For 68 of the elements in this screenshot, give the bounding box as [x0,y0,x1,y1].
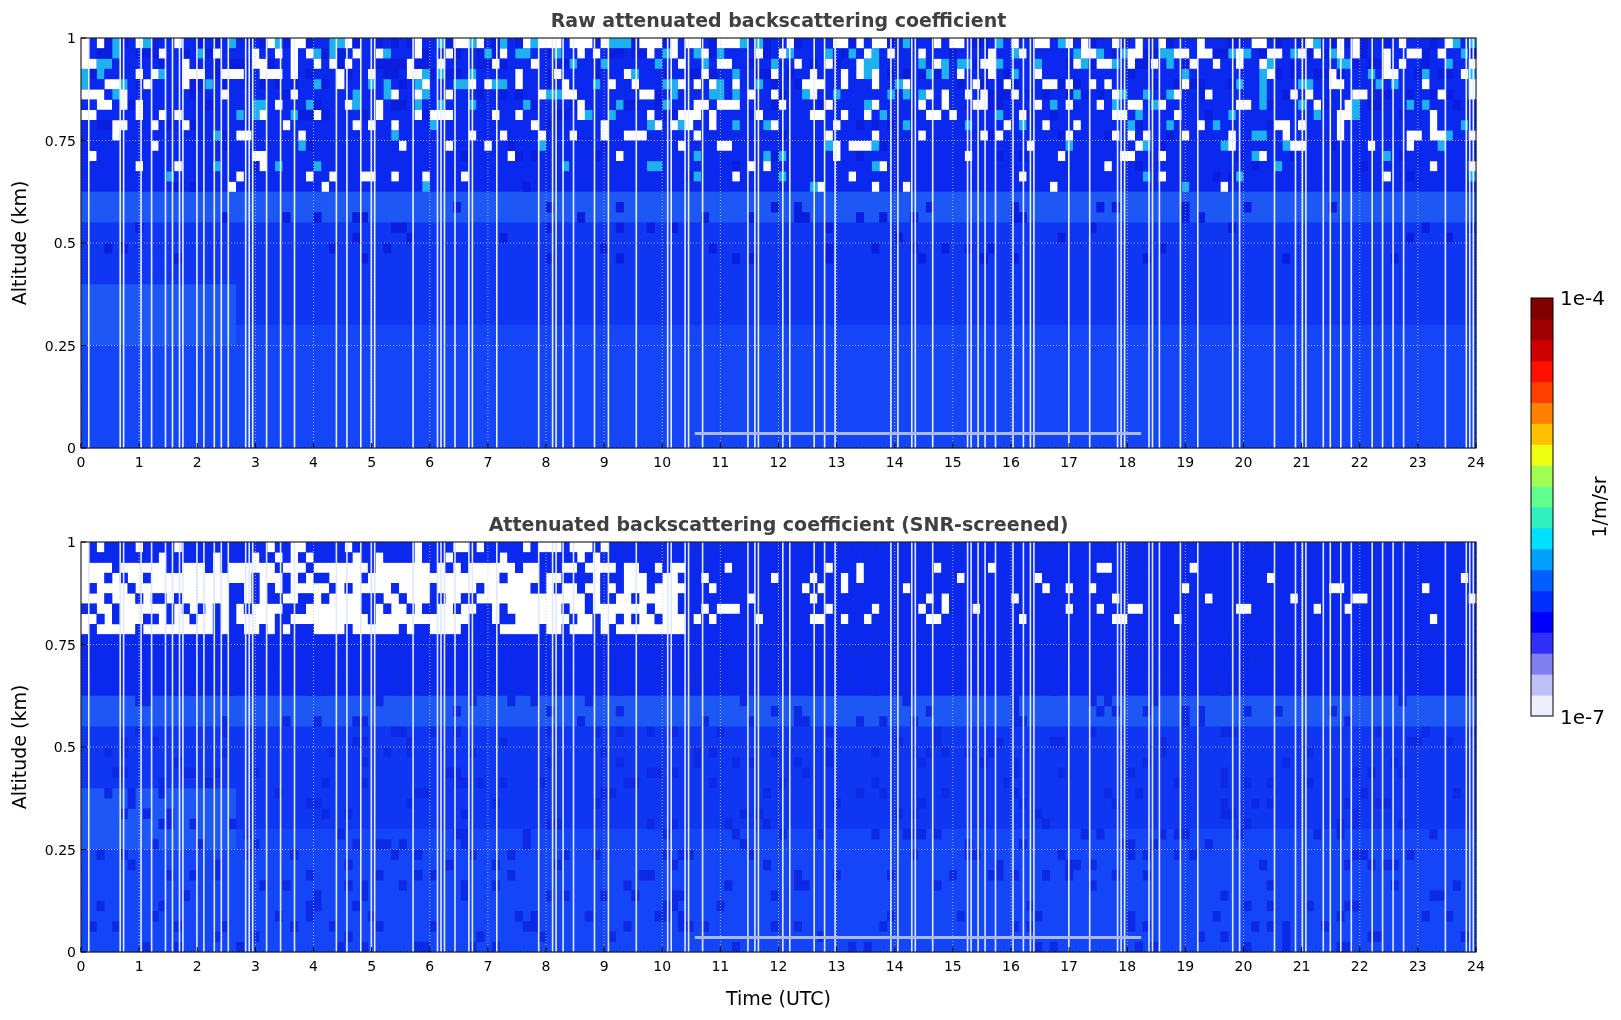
axis-tick-label: 1 [67,30,76,46]
axis-tick-label: 3 [250,958,260,974]
axis-tick-label: 13 [827,454,846,470]
axis-tick-label: 0.5 [53,739,76,755]
axis-tick-label: 17 [1060,958,1079,974]
axis-tick-label: 15 [943,454,962,470]
axis-tick-label: 24 [1467,958,1485,974]
axis-tick-label: 0.25 [44,337,76,354]
axis-tick-label: 18 [1118,454,1137,470]
axis-tick-label: 5 [367,454,377,470]
axis-tick-label: 23 [1408,454,1427,470]
axis-tick-label: 16 [1002,958,1020,974]
axis-tick-label: 0 [76,454,86,470]
axis-tick-label: 0.75 [44,132,76,149]
axis-tick-label: 2 [192,454,202,470]
axis-tick-label: 12 [769,958,788,974]
axis-tick-label: 12 [769,454,788,470]
axis-tick-label: 8 [541,958,551,974]
axis-tick-label: 16 [1002,454,1020,470]
colorbar-label: 1/m/sr [1588,476,1610,538]
axis-tick-label: 6 [425,454,435,470]
axis-tick-label: 19 [1176,454,1195,470]
axis-tick-label: 3 [250,454,260,470]
axis-tick-label: 0.75 [44,636,76,653]
axis-tick-label: 19 [1176,958,1195,974]
plot-title: Raw attenuated backscattering coefficient [550,9,1007,31]
axis-tick-label: 0 [76,958,86,974]
axis-tick-label: 17 [1060,454,1079,470]
axis-tick-label: 4 [309,454,318,470]
axis-tick-label: 21 [1292,958,1311,974]
axis-tick-label: 7 [483,454,493,470]
axis-tick-label: 1 [134,958,144,974]
axis-tick-label: 11 [711,958,730,974]
axis-tick-label: 10 [653,958,672,974]
axis-tick-label: 2 [192,958,202,974]
axis-tick-label: 14 [885,958,904,974]
axis-tick-label: 10 [653,454,672,470]
axis-label: Altitude (km) [8,180,30,306]
axis-tick-label: 20 [1234,454,1253,470]
axis-tick-label: 18 [1118,958,1137,974]
axis-tick-label: 1 [67,534,76,550]
axis-tick-label: 9 [599,454,609,470]
axis-tick-label: 11 [711,454,730,470]
colorbar-tick-label: 1e-4 [1560,286,1605,310]
axis-label: Altitude (km) [8,684,30,810]
axis-tick-label: 1 [134,454,144,470]
axis-tick-label: 14 [885,454,904,470]
axis-tick-label: 15 [943,958,962,974]
axis-tick-label: 8 [541,454,551,470]
axis-tick-label: 9 [599,958,609,974]
axis-tick-label: 20 [1234,958,1253,974]
axis-tick-label: 23 [1408,958,1427,974]
axis-tick-label: 4 [309,958,318,974]
axis-tick-label: 22 [1350,454,1369,470]
axis-tick-label: 0 [67,440,76,456]
axis-tick-label: 13 [827,958,846,974]
plot-title: Attenuated backscattering coefficient (SNR-screened) [488,513,1069,535]
axis-tick-label: 24 [1467,454,1485,470]
axis-tick-label: 0.5 [53,235,76,251]
axis-tick-label: 21 [1292,454,1311,470]
axis-tick-label: 7 [483,958,493,974]
colorbar-tick-label: 1e-7 [1560,705,1605,729]
axis-tick-label: 0 [67,944,76,960]
axis-tick-label: 6 [425,958,435,974]
axis-tick-label: 22 [1350,958,1369,974]
axis-tick-label: 0.25 [44,841,76,858]
axis-tick-label: 5 [367,958,377,974]
axis-label: Time (UTC) [726,987,831,1009]
